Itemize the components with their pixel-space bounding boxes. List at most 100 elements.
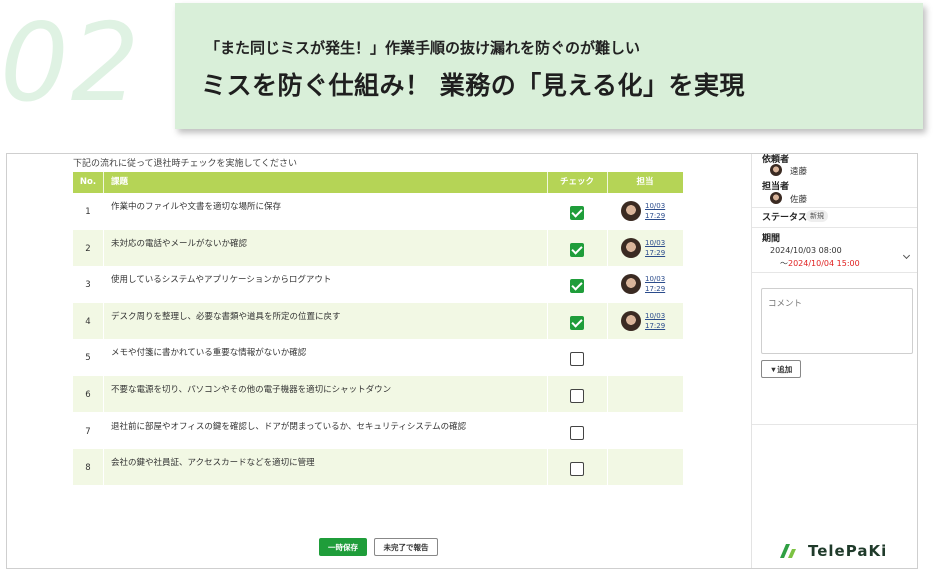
cell-divider xyxy=(103,412,104,449)
header-task: 課題 xyxy=(111,177,129,187)
divider xyxy=(752,207,917,208)
cell-divider xyxy=(607,376,608,412)
divider xyxy=(752,227,917,228)
period-end: 2024/10/04 15:00 xyxy=(788,259,860,268)
row-number: 1 xyxy=(85,207,91,217)
cell-divider xyxy=(547,376,548,412)
assignee-avatar xyxy=(621,310,641,331)
cell-divider xyxy=(103,229,104,266)
status-label: ステータス xyxy=(762,213,808,223)
check-checkbox[interactable] xyxy=(570,242,584,257)
table-row: 7 退社前に部屋やオフィスの鍵を確認し、ドアが閉まっているか、セキュリティシステム… xyxy=(73,412,683,449)
table-row: 3 使用しているシステムやアプリケーションからログアウト 10/03 17:29 xyxy=(73,266,683,303)
check-date[interactable]: 10/03 xyxy=(645,274,665,284)
instruction-text: 下記の流れに従って退社時チェックを実施してください xyxy=(73,159,298,169)
row-number: 3 xyxy=(85,280,91,291)
check-checkbox[interactable] xyxy=(570,352,584,367)
cell-divider xyxy=(103,193,104,229)
row-task: デスク周りを整理し、必要な書類や道具を所定の位置に戻す xyxy=(111,311,341,322)
cell-divider xyxy=(103,339,104,376)
check-checkbox[interactable] xyxy=(570,315,584,330)
check-checkbox[interactable] xyxy=(570,279,584,294)
table-row: 1 作業中のファイルや文書を適切な場所に保存 10/03 17:29 xyxy=(73,193,683,229)
row-number: 7 xyxy=(85,426,91,437)
cell-divider xyxy=(547,449,548,486)
check-date[interactable]: 10/03 xyxy=(645,238,665,248)
cell-divider xyxy=(607,266,608,303)
assignee-avatar xyxy=(621,274,641,295)
cell-divider xyxy=(547,412,548,449)
cell-divider xyxy=(103,302,104,339)
assignee-name: 佐藤 xyxy=(790,195,808,205)
check-timestamp[interactable]: 10/03 17:29 xyxy=(645,201,665,221)
header-person: 担当 xyxy=(636,177,654,187)
row-task: 未対応の電話やメールがないか確認 xyxy=(111,238,248,249)
check-checkbox[interactable] xyxy=(570,206,584,220)
requester-avatar xyxy=(770,164,782,176)
hero-banner: 「また同じミスが発生！」作業手順の抜け漏れを防ぐのが難しい ミスを防ぐ仕組み！ … xyxy=(175,3,923,129)
cell-divider xyxy=(103,449,104,486)
check-checkbox[interactable] xyxy=(570,462,584,477)
comment-input[interactable] xyxy=(761,288,913,354)
cell-divider xyxy=(103,266,104,303)
check-checkbox[interactable] xyxy=(570,389,584,403)
table-row: 8 会社の鍵や社員証、アクセスカードなどを適切に管理 xyxy=(73,449,683,486)
detail-sidebar: 依頼者 遠藤 担当者 佐藤 ステータス 新規 期間 2024/10/03 08:… xyxy=(751,154,917,568)
row-number: 8 xyxy=(85,463,91,474)
period-label: 期間 xyxy=(762,234,781,244)
check-date[interactable]: 10/03 xyxy=(645,201,665,211)
assignee-avatar xyxy=(770,192,782,204)
check-timestamp[interactable]: 10/03 17:29 xyxy=(645,274,665,294)
header-divider xyxy=(103,172,104,193)
cell-divider xyxy=(547,266,548,303)
status-badge[interactable]: 新規 xyxy=(806,210,828,222)
cell-divider xyxy=(547,339,548,376)
cell-divider xyxy=(607,339,608,376)
assignee-label: 担当者 xyxy=(762,182,790,192)
check-time[interactable]: 17:29 xyxy=(645,321,665,331)
check-timestamp[interactable]: 10/03 17:29 xyxy=(645,311,665,331)
table-row: 5 メモや付箋に書かれている重要な情報がないか確認 xyxy=(73,339,683,376)
header-check: チェック xyxy=(559,177,594,187)
row-number: 2 xyxy=(85,243,91,254)
period-start: 2024/10/03 08:00 xyxy=(770,246,842,255)
period-end-row: 〜2024/10/04 15:00 xyxy=(780,258,860,269)
check-time[interactable]: 17:29 xyxy=(645,284,665,294)
table-row: 6 不要な電源を切り、パソコンやその他の電子機器を適切にシャットダウン xyxy=(73,376,683,412)
row-task: 不要な電源を切り、パソコンやその他の電子機器を適切にシャットダウン xyxy=(111,385,392,395)
header-no: No. xyxy=(79,177,97,187)
section-number: 02 xyxy=(0,1,142,126)
row-task: 会社の鍵や社員証、アクセスカードなどを適切に管理 xyxy=(111,458,315,469)
check-checkbox[interactable] xyxy=(570,425,584,440)
cell-divider xyxy=(607,412,608,449)
cell-divider xyxy=(607,229,608,266)
row-task: メモや付箋に書かれている重要な情報がないか確認 xyxy=(111,348,307,359)
add-comment-button[interactable]: ▼追加 xyxy=(761,360,801,378)
table-header: No. 課題 チェック 担当 xyxy=(73,172,683,193)
cell-divider xyxy=(547,302,548,339)
row-number: 6 xyxy=(85,390,91,400)
row-number: 4 xyxy=(85,316,91,327)
assignee-avatar xyxy=(621,237,641,258)
hero-title: ミスを防ぐ仕組み！ 業務の「見える化」を実現 xyxy=(201,71,745,100)
check-time[interactable]: 17:29 xyxy=(645,211,665,221)
check-date[interactable]: 10/03 xyxy=(645,311,665,321)
check-time[interactable]: 17:29 xyxy=(645,248,665,258)
report-incomplete-button[interactable]: 未完了で報告 xyxy=(374,538,438,556)
cell-divider xyxy=(607,193,608,229)
brand-name: TelePaKi xyxy=(808,542,888,560)
save-draft-button[interactable]: 一時保存 xyxy=(319,538,367,556)
row-number: 5 xyxy=(85,353,91,364)
period-prefix: 〜 xyxy=(780,259,788,268)
row-task: 作業中のファイルや文書を適切な場所に保存 xyxy=(111,202,282,212)
cell-divider xyxy=(607,302,608,339)
checklist-panel: 下記の流れに従って退社時チェックを実施してください No. 課題 チェック 担当… xyxy=(7,154,751,568)
chevron-down-icon[interactable] xyxy=(902,251,911,260)
divider xyxy=(752,272,917,273)
hero-subtitle: 「また同じミスが発生！」作業手順の抜け漏れを防ぐのが難しい xyxy=(205,39,641,57)
cell-divider xyxy=(607,449,608,486)
table-row: 4 デスク周りを整理し、必要な書類や道具を所定の位置に戻す 10/03 17:29 xyxy=(73,302,683,339)
assignee-avatar xyxy=(621,201,641,221)
check-timestamp[interactable]: 10/03 17:29 xyxy=(645,238,665,258)
table-row: 2 未対応の電話やメールがないか確認 10/03 17:29 xyxy=(73,229,683,266)
